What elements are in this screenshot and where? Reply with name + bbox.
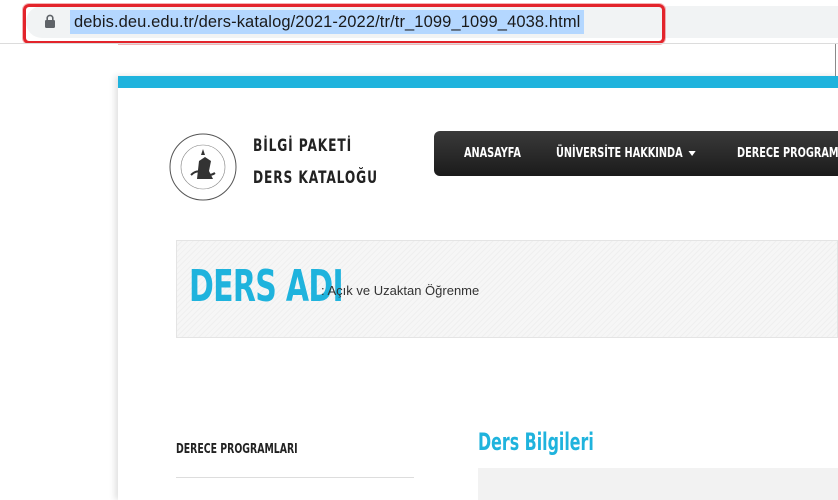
course-name: : Açık ve Uzaktan Öğrenme [321,283,480,298]
sidebar-heading: DERECE PROGRAMLARI [176,442,298,457]
main-nav: ANASAYFA ÜNİVERSİTE HAKKINDA DERECE PROG… [434,131,838,176]
site-title-line2: DERS KATALOĞU [253,168,378,188]
sidebar-divider [176,477,414,478]
left-margin [0,44,118,500]
page-title: DERS ADI [189,261,344,312]
nav-item-about-label: ÜNİVERSİTE HAKKINDA [556,145,683,161]
nav-item-degree-programs[interactable]: DERECE PROGRAM [737,131,838,176]
top-accent-stripe [118,76,838,88]
course-info-box [478,468,838,500]
site-title-line1: BİLGİ PAKETİ [253,136,352,156]
url-highlight-annotation [23,4,665,44]
university-seal-icon[interactable] [167,131,239,203]
site-page: BİLGİ PAKETİ DERS KATALOĞU ANASAYFA ÜNİV… [118,76,838,500]
hero-panel: DERS ADI : Açık ve Uzaktan Öğrenme [176,240,838,338]
nav-item-home[interactable]: ANASAYFA [464,131,521,176]
nav-item-about[interactable]: ÜNİVERSİTE HAKKINDA [556,131,696,176]
address-bar: debis.deu.edu.tr/ders-katalog/2021-2022/… [0,0,838,44]
section-heading: Ders Bilgileri [478,428,594,456]
caret-down-icon [688,150,696,156]
